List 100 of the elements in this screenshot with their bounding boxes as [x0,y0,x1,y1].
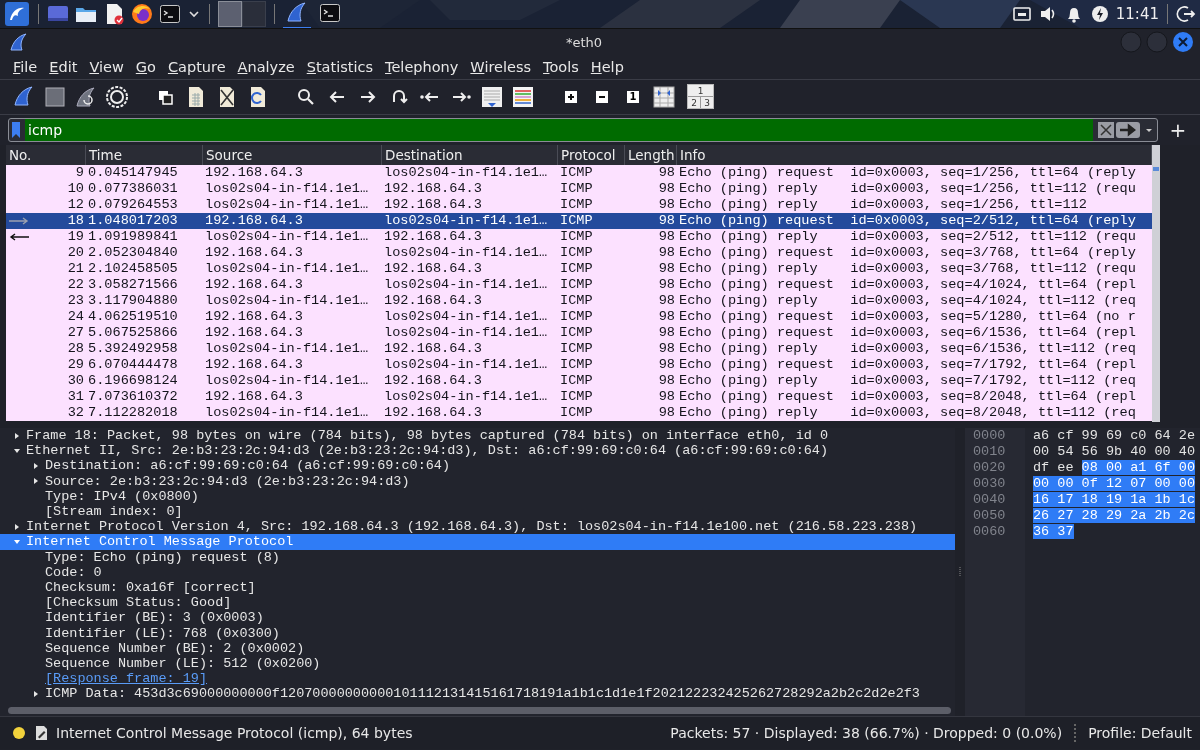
menu-item[interactable]: Go [129,59,162,75]
hex-byte[interactable]: 19 [1105,492,1131,507]
expert-info-dot-icon[interactable] [12,726,26,740]
tree-item[interactable]: [Stream index: 0] [45,504,183,520]
clock[interactable]: 11:41 [1115,5,1159,23]
packet-row[interactable]: 28 5.392492958 los02s04-in-f14.1e1… 192.168.64.3 ICMP 98 Echo (ping) reply id=0x0003, seq=6/1536, ttl=112 (req [6,341,1152,357]
hex-byte[interactable]: 07 [1130,476,1155,491]
hex-byte[interactable]: 26 [1033,508,1058,523]
app-menu-icon[interactable] [4,1,30,27]
menu-item[interactable]: Analyze [231,59,301,75]
hex-byte[interactable]: a1 [1130,460,1155,475]
tree-item[interactable]: Code: 0 [45,564,102,580]
tree-item[interactable]: Ethernet II, Src: 2e:b3:23:2c:94:d3 (2e:b3:23:2c:94:d3), Dst: a6:cf:99:69:c0:64 (a6:cf:99:69:c0:64) [26,443,829,459]
pane-layout-button[interactable]: 1 2 3 [687,84,714,109]
hex-byte[interactable]: 36 [1033,524,1058,539]
hex-byte[interactable]: 64 [1154,428,1179,443]
terminal-icon[interactable] [159,3,181,25]
link[interactable]: [Response frame: 19] [45,671,208,687]
expand-arrow-icon[interactable] [13,431,21,440]
tree-item[interactable]: Sequence Number (LE): 512 (0x0200) [45,655,321,671]
hex-byte[interactable]: 08 [1081,460,1106,475]
hex-byte[interactable]: 27 [1057,508,1082,523]
packet-row[interactable]: 32 7.112282018 los02s04-in-f14.1e1… 192.168.64.3 ICMP 98 Echo (ping) reply id=0x0003, seq=8/2048, ttl=112 (req [6,405,1152,421]
hex-byte[interactable]: 16 [1033,492,1058,507]
hex-byte[interactable]: 40 [1178,444,1195,459]
tree-item[interactable]: Source: 2e:b3:23:2c:94:d3 (2e:b3:23:2c:94:d3) [45,473,410,489]
tree-item[interactable]: Sequence Number (BE): 2 (0x0002) [45,640,305,656]
expand-arrow-icon[interactable] [32,477,40,486]
hex-byte[interactable]: 18 [1081,492,1106,507]
tree-item[interactable]: Internet Protocol Version 4, Src: 192.168.64.3 (192.168.64.3), Dst: los02s04-in-f14.1e100.net (216.58.223.238) [26,519,918,535]
hex-byte[interactable]: 54 [1057,444,1082,459]
start-capture-icon[interactable] [12,84,36,109]
autoscroll-icon[interactable] [480,84,504,109]
clear-icon[interactable] [1097,121,1115,139]
hex-byte[interactable]: ee [1057,460,1082,475]
hex-byte[interactable]: df [1033,460,1058,475]
packet-row[interactable]: 31 7.073610372 192.168.64.3 los02s04-in-f14.1e1… ICMP 98 Echo (ping) request id=0x0003, seq=8/2048, ttl=64 (repl [6,389,1152,405]
hex-byte[interactable]: 00 [1057,476,1082,491]
menu-item[interactable]: Capture [161,59,232,75]
menu-item[interactable]: File [7,59,44,75]
packet-row[interactable]: 23 3.117904880 los02s04-in-f14.1e1… 192.168.64.3 ICMP 98 Echo (ping) reply id=0x0003, seq=4/1024, ttl=112 (req [6,293,1152,309]
menu-item[interactable]: Statistics [300,59,380,75]
hex-byte[interactable]: c0 [1130,428,1155,443]
packet-row[interactable]: 18 1.048017203 192.168.64.3 los02s04-in-f14.1e1… ICMP 98 Echo (ping) request id=0x0003, seq=2/512, ttl=64 (reply [6,213,1152,229]
hex-byte[interactable]: 2e [1178,428,1195,443]
hex-byte[interactable]: 1a [1130,492,1155,507]
packet-row[interactable]: 22 3.058271566 192.168.64.3 los02s04-in-f14.1e1… ICMP 98 Echo (ping) request id=0x0003, seq=4/1024, ttl=64 (repl [6,277,1152,293]
hex-byte[interactable]: 2b [1154,508,1179,523]
bookmark-icon[interactable] [9,120,23,140]
tree-item[interactable]: Internet Control Message Protocol [26,534,294,550]
browser-icon[interactable] [131,3,153,25]
packet-row[interactable]: 10 0.077386031 los02s04-in-f14.1e1… 192.168.64.3 ICMP 98 Echo (ping) reply id=0x0003, seq=1/256, ttl=112 (requ [6,181,1152,197]
expand-arrow-icon[interactable] [32,461,40,470]
hex-byte[interactable]: 00 [1033,444,1058,459]
hex-byte[interactable]: 1b [1154,492,1179,507]
hex-byte[interactable]: 2a [1130,508,1155,523]
hex-byte[interactable]: a6 [1033,428,1058,443]
hex-byte[interactable]: 0f [1081,476,1106,491]
hex-byte[interactable]: 37 [1057,524,1074,539]
logout-icon[interactable] [1176,4,1196,24]
menu-item[interactable]: Tools [537,59,585,75]
packet-row[interactable]: 12 0.079264553 los02s04-in-f14.1e1… 192.168.64.3 ICMP 98 Echo (ping) reply id=0x0003, seq=1/256, ttl=112 [6,197,1152,213]
settings-icon[interactable] [105,84,129,109]
hex-byte[interactable]: 00 [1154,476,1179,491]
menu-item[interactable]: Edit [43,59,84,75]
power-status-icon[interactable] [1089,4,1110,24]
tree-item[interactable]: Identifier (LE): 768 (0x0300) [45,625,280,641]
menu-item[interactable]: View [83,59,130,75]
hex-byte[interactable]: 40 [1130,444,1155,459]
hex-byte[interactable]: 99 [1081,428,1106,443]
tree-item[interactable]: Destination: a6:cf:99:69:c0:64 (a6:cf:99:69:c0:64) [45,458,451,474]
hex-byte[interactable]: 29 [1105,508,1131,523]
normal-size-button[interactable]: 1 [627,90,639,103]
resize-columns-icon[interactable] [652,84,676,109]
menu-item[interactable]: Help [584,59,630,75]
add-filter-button[interactable]: + [1166,120,1190,140]
hex-byte[interactable]: 17 [1057,492,1082,507]
hex-byte[interactable]: 00 [1154,444,1179,459]
tree-item[interactable]: Checksum: 0xa16f [correct] [45,579,256,595]
hex-byte[interactable]: 00 [1105,460,1131,475]
tree-item[interactable]: Identifier (BE): 3 (0x0003) [45,610,264,626]
packet-row[interactable]: 30 6.196698124 los02s04-in-f14.1e1… 192.168.64.3 ICMP 98 Echo (ping) reply id=0x0003, seq=7/1792, ttl=112 (req [6,373,1152,389]
filter-field[interactable]: icmp [8,118,1158,142]
packet-row[interactable]: 24 4.062519510 192.168.64.3 los02s04-in-f14.1e1… ICMP 98 Echo (ping) request id=0x0003, seq=5/1280, ttl=64 (no r [6,309,1152,325]
expand-arrow-icon[interactable] [32,689,40,698]
stop-square-icon[interactable] [43,84,67,109]
tree-item[interactable]: ICMP Data: 453d3c69000000000f12070000000000101112131415161718191a1b1c1d1e1f202122232425262728292a2b2c2d2e2f3 [45,686,920,702]
scrollbar[interactable] [8,707,951,714]
hex-byte[interactable]: 12 [1105,476,1131,491]
profile-label[interactable]: Profile: Default [1088,725,1192,741]
restart-fin-icon[interactable] [74,84,98,109]
hex-byte[interactable]: 69 [1105,428,1131,443]
collapse-arrow-icon[interactable] [13,446,21,455]
tree-item[interactable]: [Checksum Status: Good] [45,595,232,611]
network-icon[interactable] [1011,4,1032,24]
packet-row[interactable]: 19 1.091989841 los02s04-in-f14.1e1… 192.168.64.3 ICMP 98 Echo (ping) reply id=0x0003, seq=2/512, ttl=112 (requ [6,229,1152,245]
hex-byte[interactable]: 00 [1033,476,1058,491]
packet-row[interactable]: 20 2.052304840 192.168.64.3 los02s04-in-f14.1e1… ICMP 98 Echo (ping) request id=0x0003, seq=3/768, ttl=64 (reply [6,245,1152,261]
packet-row[interactable]: 9 0.045147945 192.168.64.3 los02s04-in-f14.1e1… ICMP 98 Echo (ping) request id=0x0003, seq=1/256, ttl=64 (reply [6,165,1152,181]
hex-byte[interactable]: 28 [1081,508,1106,523]
